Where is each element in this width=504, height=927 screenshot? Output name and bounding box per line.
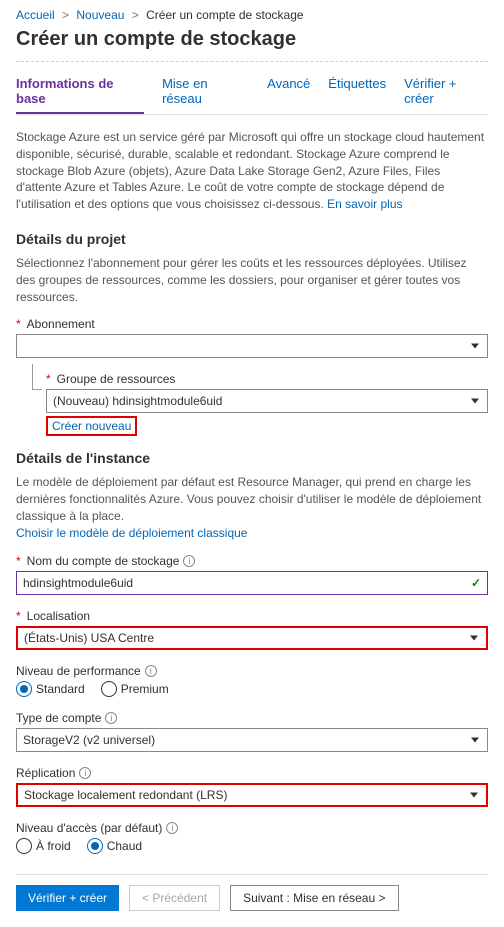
learn-more-link[interactable]: En savoir plus xyxy=(327,197,402,211)
replication-select[interactable]: Stockage localement redondant (LRS) xyxy=(16,783,488,807)
access-tier-field: Niveau d'accès (par défaut) i À froid Ch… xyxy=(16,821,488,854)
tabs: Informations de base Mise en réseau Avan… xyxy=(16,76,488,115)
breadcrumb-current: Créer un compte de stockage xyxy=(146,8,303,22)
storage-name-field: * Nom du compte de stockage i hdinsightm… xyxy=(16,554,488,595)
access-tier-hot-radio[interactable]: Chaud xyxy=(87,838,142,854)
footer-actions: Vérifier + créer < Précédent Suivant : M… xyxy=(16,874,488,911)
classic-deployment-link[interactable]: Choisir le modèle de déploiement classiq… xyxy=(16,526,247,540)
tab-basics[interactable]: Informations de base xyxy=(16,76,144,114)
divider xyxy=(16,61,488,62)
info-icon[interactable]: i xyxy=(183,555,195,567)
instance-details-heading: Détails de l'instance xyxy=(16,450,488,466)
review-create-button[interactable]: Vérifier + créer xyxy=(16,885,119,911)
subscription-label: Abonnement xyxy=(27,317,95,331)
tree-connector-icon xyxy=(32,364,42,390)
page-title: Créer un compte de stockage xyxy=(16,28,488,51)
access-tier-cold-radio[interactable]: À froid xyxy=(16,838,71,854)
radio-icon xyxy=(101,681,117,697)
subscription-field: * Abonnement xyxy=(16,317,488,358)
chevron-right-icon: > xyxy=(132,8,139,22)
next-button[interactable]: Suivant : Mise en réseau > xyxy=(230,885,398,911)
account-kind-label: Type de compte xyxy=(16,711,101,725)
previous-button[interactable]: < Précédent xyxy=(129,885,220,911)
tab-tags[interactable]: Étiquettes xyxy=(328,76,386,114)
resource-group-label: Groupe de ressources xyxy=(57,372,176,386)
account-kind-field: Type de compte i StorageV2 (v2 universel… xyxy=(16,711,488,752)
required-icon: * xyxy=(16,609,21,623)
info-icon[interactable]: i xyxy=(79,767,91,779)
radio-icon xyxy=(87,838,103,854)
performance-premium-radio[interactable]: Premium xyxy=(101,681,169,697)
resource-group-field: * Groupe de ressources (Nouveau) hdinsigh… xyxy=(46,372,488,436)
tab-review[interactable]: Vérifier + créer xyxy=(404,76,488,114)
breadcrumb-new[interactable]: Nouveau xyxy=(76,8,124,22)
performance-standard-radio[interactable]: Standard xyxy=(16,681,85,697)
location-label: Localisation xyxy=(27,609,90,623)
replication-field: Réplication i Stockage localement redond… xyxy=(16,766,488,807)
instance-details-desc: Le modèle de déploiement par défaut est … xyxy=(16,474,488,541)
performance-label: Niveau de performance xyxy=(16,664,141,678)
tab-advanced[interactable]: Avancé xyxy=(267,76,310,114)
required-icon: * xyxy=(46,372,51,386)
required-icon: * xyxy=(16,317,21,331)
tab-networking[interactable]: Mise en réseau xyxy=(162,76,249,114)
create-new-link[interactable]: Créer nouveau xyxy=(52,419,131,433)
replication-label: Réplication xyxy=(16,766,75,780)
project-details-heading: Détails du projet xyxy=(16,231,488,247)
storage-name-input[interactable]: hdinsightmodule6uid ✓ xyxy=(16,571,488,595)
account-kind-select[interactable]: StorageV2 (v2 universel) xyxy=(16,728,488,752)
subscription-select[interactable] xyxy=(16,334,488,358)
info-icon[interactable]: i xyxy=(145,665,157,677)
radio-icon xyxy=(16,838,32,854)
breadcrumb: Accueil > Nouveau > Créer un compte de s… xyxy=(16,8,488,22)
resource-group-select[interactable]: (Nouveau) hdinsightmodule6uid xyxy=(46,389,488,413)
radio-icon xyxy=(16,681,32,697)
breadcrumb-home[interactable]: Accueil xyxy=(16,8,55,22)
storage-name-label: Nom du compte de stockage xyxy=(27,554,180,568)
location-select[interactable]: (États-Unis) USA Centre xyxy=(16,626,488,650)
access-tier-label: Niveau d'accès (par défaut) xyxy=(16,821,162,835)
project-details-desc: Sélectionnez l'abonnement pour gérer les… xyxy=(16,255,488,305)
required-icon: * xyxy=(16,554,21,568)
performance-field: Niveau de performance i Standard Premium xyxy=(16,664,488,697)
location-field: * Localisation (États-Unis) USA Centre xyxy=(16,609,488,650)
intro-text: Stockage Azure est un service géré par M… xyxy=(16,129,488,213)
info-icon[interactable]: i xyxy=(105,712,117,724)
check-icon: ✓ xyxy=(471,576,481,590)
create-new-highlight: Créer nouveau xyxy=(46,416,137,436)
chevron-right-icon: > xyxy=(62,8,69,22)
info-icon[interactable]: i xyxy=(166,822,178,834)
